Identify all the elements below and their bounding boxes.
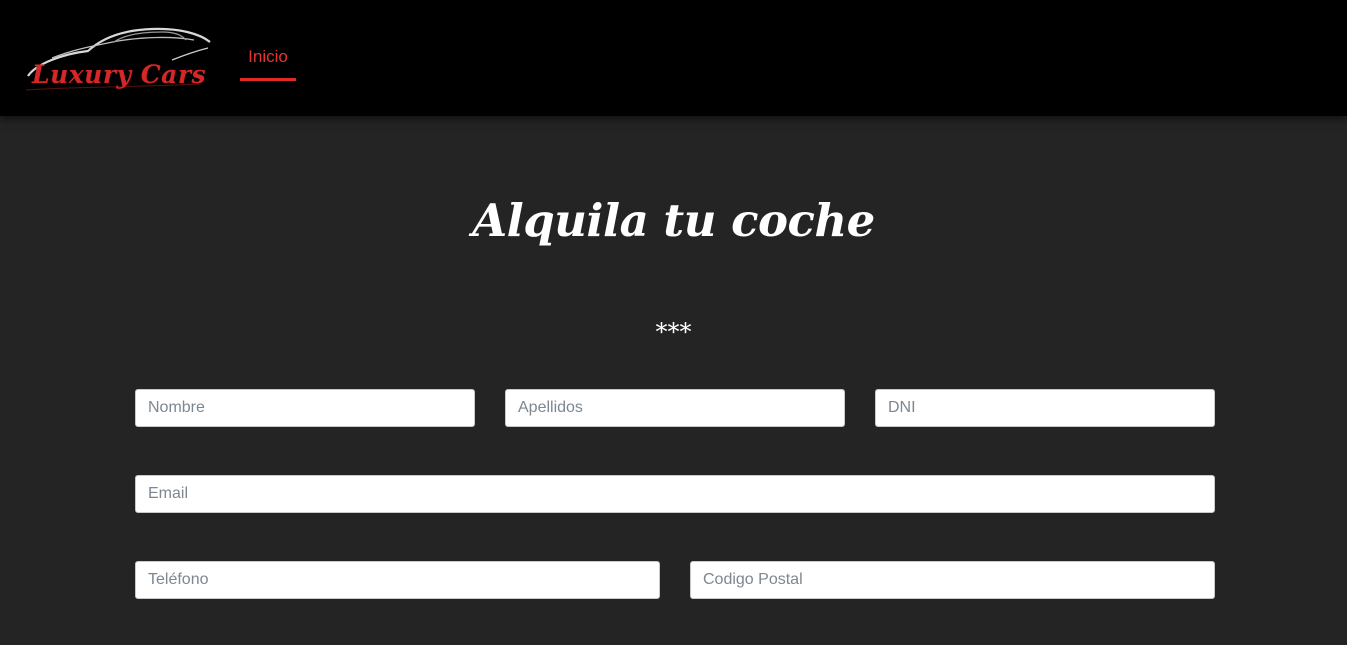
codigo-postal-field[interactable] <box>690 561 1215 599</box>
brand-logo[interactable]: Luxury Cars <box>22 24 212 96</box>
title-separator: *** <box>655 318 692 346</box>
brand-name: Luxury Cars <box>32 60 207 89</box>
navbar: Luxury Cars Inicio <box>0 0 1347 116</box>
email-field[interactable] <box>135 475 1215 513</box>
apellidos-field[interactable] <box>505 389 845 427</box>
telefono-field[interactable] <box>135 561 660 599</box>
dni-field[interactable] <box>875 389 1215 427</box>
nombre-field[interactable] <box>135 389 475 427</box>
nav-link-inicio[interactable]: Inicio <box>240 44 296 81</box>
page-title: Alquila tu coche <box>472 194 875 247</box>
